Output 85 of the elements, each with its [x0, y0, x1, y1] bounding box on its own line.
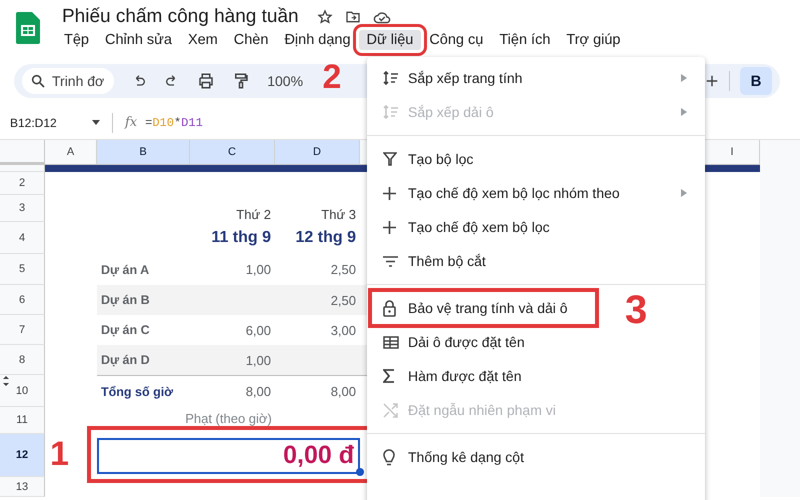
- search-icon: [30, 73, 46, 89]
- column-header[interactable]: C: [190, 140, 275, 165]
- print-icon[interactable]: [197, 72, 216, 90]
- menu-item[interactable]: Xem: [180, 30, 226, 50]
- plus-icon: [383, 186, 396, 200]
- row-header[interactable]: 10: [0, 375, 45, 407]
- star-icon[interactable]: [316, 9, 333, 25]
- table-cell: Dự án D: [101, 353, 150, 367]
- folder-icon[interactable]: [344, 9, 361, 25]
- sigma-icon: [383, 369, 395, 383]
- column-header[interactable]: I: [705, 140, 760, 165]
- callout-number: 2: [322, 60, 342, 94]
- plus-icon: [383, 220, 396, 234]
- table-cell: 2,50: [330, 292, 356, 308]
- row-header[interactable]: 3: [0, 195, 45, 222]
- row-header[interactable]: 8: [0, 345, 45, 375]
- table-cell: Tổng số giờ: [101, 384, 174, 398]
- menu-item[interactable]: Dữ liệu: [358, 30, 422, 50]
- dropdown-item[interactable]: Sắp xếp trang tính: [367, 61, 705, 95]
- document-title[interactable]: Phiếu chấm công hàng tuần: [62, 6, 299, 28]
- table-cell: 11 thg 9: [211, 229, 271, 247]
- bold-button[interactable]: B: [740, 67, 772, 95]
- menu-item[interactable]: Công cụ: [421, 30, 492, 50]
- dropdown-item[interactable]: Hàm được đặt tên: [367, 359, 705, 393]
- submenu-arrow-icon: [681, 189, 687, 197]
- dropdown-item[interactable]: Tạo chế độ xem bộ lọc nhóm theo: [367, 176, 705, 210]
- sort-icon: [383, 105, 399, 119]
- selected-cell[interactable]: 0,00 đ: [97, 438, 360, 474]
- row-header[interactable]: 5: [0, 254, 45, 285]
- dropdown-item[interactable]: Tạo chế độ xem bộ lọc: [367, 210, 705, 244]
- lock-icon: [383, 300, 396, 316]
- fill-handle[interactable]: [356, 468, 364, 476]
- zoom-level[interactable]: 100%: [267, 73, 304, 89]
- sheets-logo-icon[interactable]: [16, 12, 40, 44]
- table-cell: 12 thg 9: [296, 229, 356, 247]
- paint-format-icon[interactable]: [232, 72, 250, 90]
- dropdown-item[interactable]: Thêm bộ cắt: [367, 244, 705, 278]
- column-header[interactable]: A: [45, 140, 97, 165]
- table-cell: 1,00: [246, 262, 271, 277]
- menu-item[interactable]: Chèn: [226, 30, 276, 50]
- column-header[interactable]: D: [275, 140, 360, 165]
- row-header[interactable]: 2: [0, 172, 45, 195]
- table-cell: 6,00: [246, 322, 271, 338]
- table-cell: 8,00: [246, 384, 271, 399]
- callout-number: 1: [50, 437, 69, 471]
- plus-icon[interactable]: [705, 74, 719, 88]
- menu-item[interactable]: Trợ giúp: [558, 30, 628, 50]
- row-header[interactable]: 4: [0, 222, 45, 254]
- menu-item[interactable]: Định dạng: [276, 30, 359, 50]
- table-cell: Dự án C: [101, 323, 150, 337]
- row-header[interactable]: 13: [0, 477, 45, 497]
- table-cell: Thứ 2: [236, 207, 271, 222]
- cell-reference[interactable]: B12:D12: [10, 116, 80, 130]
- formula-text[interactable]: =D10*D11: [145, 116, 203, 130]
- table-cell: 3,00: [330, 322, 356, 338]
- table-cell: Dự án B: [101, 293, 150, 307]
- dropdown-caret-icon[interactable]: [92, 120, 100, 125]
- menu-item[interactable]: Chỉnh sửa: [97, 30, 180, 50]
- submenu-arrow-icon: [681, 74, 687, 82]
- function-label: fx: [125, 115, 138, 130]
- submenu-arrow-icon: [681, 108, 687, 116]
- table-cell: Dự án A: [101, 262, 150, 276]
- search-placeholder: Trinh đơ: [52, 73, 104, 89]
- search-field[interactable]: Trinh đơ: [22, 68, 114, 94]
- shuffle-icon: [383, 402, 398, 418]
- filter-icon: [383, 152, 397, 166]
- row-header[interactable]: 6: [0, 285, 45, 315]
- table-cell: Phạt (theo giờ): [185, 411, 272, 426]
- row-header[interactable]: 11: [0, 407, 45, 434]
- dropdown-item[interactable]: Thống kê dạng cột: [367, 440, 705, 474]
- dropdown-item[interactable]: Tạo bộ lọc: [367, 142, 705, 176]
- table-cell: 1,00: [246, 352, 271, 368]
- menu-item[interactable]: Tệp: [56, 30, 97, 50]
- named-range-icon: [383, 336, 399, 348]
- slicer-icon: [383, 256, 398, 266]
- table-cell: 2,50: [330, 262, 356, 277]
- row-header[interactable]: 7: [0, 315, 45, 345]
- column-header[interactable]: B: [97, 140, 190, 165]
- group-toggle-icon[interactable]: [3, 376, 9, 386]
- menu-item[interactable]: Tiện ích: [491, 30, 558, 50]
- sort-icon: [383, 71, 399, 85]
- table-cell: Thứ 3: [321, 207, 356, 222]
- lightbulb-icon: [383, 448, 395, 466]
- row-header[interactable]: 12: [0, 434, 45, 477]
- table-cell: 8,00: [330, 384, 356, 399]
